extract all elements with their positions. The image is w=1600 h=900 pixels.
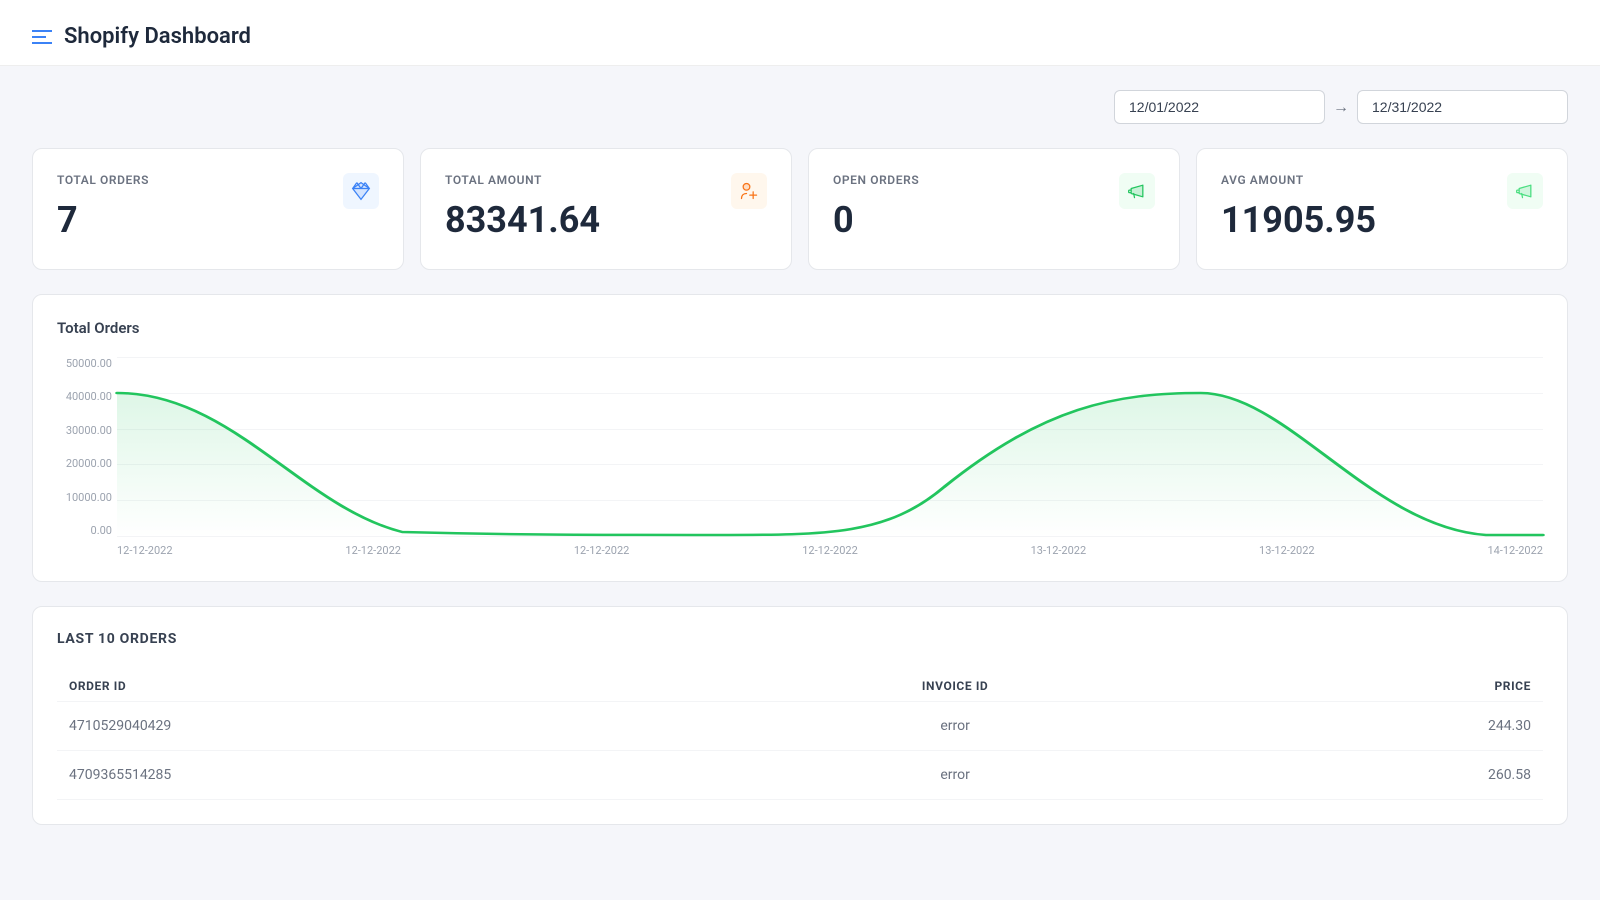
start-date-input[interactable] <box>1114 90 1325 124</box>
chart-x-labels: 12-12-2022 12-12-2022 12-12-2022 12-12-2… <box>117 544 1543 557</box>
cell-invoice-id: error <box>718 751 1192 800</box>
stats-grid: TOTAL ORDERS 7 TOTAL AMOUNT 83341.64 <box>32 148 1568 270</box>
date-filter: → <box>32 90 1568 124</box>
col-price: PRICE <box>1192 671 1543 702</box>
stat-value-open-orders: 0 <box>833 199 1155 241</box>
megaphone-green-icon <box>1507 173 1543 209</box>
table-header-row: ORDER ID INVOICE ID PRICE <box>57 671 1543 702</box>
date-arrow-icon: → <box>1333 97 1349 117</box>
cell-order-id: 4710529040429 <box>57 702 718 751</box>
orders-card: LAST 10 ORDERS ORDER ID INVOICE ID PRICE… <box>32 606 1568 825</box>
x-label-4: 13-12-2022 <box>1031 544 1087 557</box>
chart-card: Total Orders 50000.00 40000.00 30000.00 … <box>32 294 1568 582</box>
y-label-1: 10000.00 <box>57 491 112 504</box>
menu-icon[interactable] <box>32 30 52 44</box>
stat-card-total-amount: TOTAL AMOUNT 83341.64 <box>420 148 792 270</box>
x-label-6: 14-12-2022 <box>1487 544 1543 557</box>
cell-invoice-id: error <box>718 702 1192 751</box>
x-label-3: 12-12-2022 <box>802 544 858 557</box>
table-row: 4710529040429 error 244.30 <box>57 702 1543 751</box>
user-add-icon <box>731 173 767 209</box>
end-date-input[interactable] <box>1357 90 1568 124</box>
diamond-icon <box>343 173 379 209</box>
x-label-1: 12-12-2022 <box>345 544 401 557</box>
stat-value-total-amount: 83341.64 <box>445 199 767 241</box>
stat-card-open-orders: OPEN ORDERS 0 <box>808 148 1180 270</box>
header: Shopify Dashboard <box>0 0 1600 66</box>
table-row: 4709365514285 error 260.58 <box>57 751 1543 800</box>
main-content: → TOTAL ORDERS 7 TOTAL AMOUNT 83341 <box>0 66 1600 849</box>
x-label-0: 12-12-2022 <box>117 544 173 557</box>
chart-container: 50000.00 40000.00 30000.00 20000.00 1000… <box>117 357 1543 557</box>
col-order-id: ORDER ID <box>57 671 718 702</box>
megaphone-icon <box>1119 173 1155 209</box>
stat-card-avg-amount: AVG AMOUNT 11905.95 <box>1196 148 1568 270</box>
y-label-0: 0.00 <box>57 524 112 537</box>
chart-svg <box>117 357 1543 537</box>
table-body: 4710529040429 error 244.30 4709365514285… <box>57 702 1543 800</box>
cell-price: 244.30 <box>1192 702 1543 751</box>
x-label-2: 12-12-2022 <box>574 544 630 557</box>
stat-label-total-amount: TOTAL AMOUNT <box>445 173 767 187</box>
col-invoice-id: INVOICE ID <box>718 671 1192 702</box>
chart-y-labels: 50000.00 40000.00 30000.00 20000.00 1000… <box>57 357 112 537</box>
y-label-3: 30000.00 <box>57 424 112 437</box>
x-label-5: 13-12-2022 <box>1259 544 1315 557</box>
y-label-4: 40000.00 <box>57 390 112 403</box>
orders-table-title: LAST 10 ORDERS <box>57 631 1543 647</box>
stat-label-avg-amount: AVG AMOUNT <box>1221 173 1543 187</box>
stat-value-avg-amount: 11905.95 <box>1221 199 1543 241</box>
orders-table: ORDER ID INVOICE ID PRICE 4710529040429 … <box>57 671 1543 800</box>
y-label-2: 20000.00 <box>57 457 112 470</box>
stat-label-total-orders: TOTAL ORDERS <box>57 173 379 187</box>
cell-order-id: 4709365514285 <box>57 751 718 800</box>
stat-value-total-orders: 7 <box>57 199 379 241</box>
cell-price: 260.58 <box>1192 751 1543 800</box>
y-label-5: 50000.00 <box>57 357 112 370</box>
page-title: Shopify Dashboard <box>64 24 251 49</box>
table-header: ORDER ID INVOICE ID PRICE <box>57 671 1543 702</box>
stat-card-total-orders: TOTAL ORDERS 7 <box>32 148 404 270</box>
stat-label-open-orders: OPEN ORDERS <box>833 173 1155 187</box>
chart-title: Total Orders <box>57 319 1543 337</box>
